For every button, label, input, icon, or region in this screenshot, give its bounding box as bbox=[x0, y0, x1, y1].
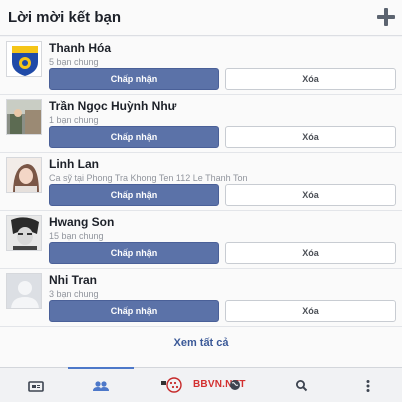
accept-button[interactable]: Chấp nhận bbox=[49, 184, 219, 206]
accept-button[interactable]: Chấp nhận bbox=[49, 126, 219, 148]
watermark-logo bbox=[161, 377, 187, 393]
requester-name[interactable]: Trần Ngọc Huỳnh Như bbox=[49, 99, 176, 113]
more-icon[interactable] bbox=[358, 376, 378, 396]
friend-requests-screen: Lời mời kết bạn Thanh Hóa 5 bạn chung Ch… bbox=[0, 0, 402, 402]
mutual-friends: 15 bạn chung bbox=[49, 231, 104, 241]
requester-workplace: Ca sỹ tại Phong Tra Khong Ten 112 Le Tha… bbox=[49, 173, 248, 183]
friend-requests-icon[interactable] bbox=[91, 376, 111, 396]
delete-button[interactable]: Xóa bbox=[225, 184, 396, 206]
mutual-friends: 1 bạn chung bbox=[49, 115, 99, 125]
mutual-friends: 3 bạn chung bbox=[49, 289, 99, 299]
page-title: Lời mời kết bạn bbox=[8, 9, 122, 26]
photo-avatar[interactable] bbox=[6, 99, 42, 135]
default-avatar[interactable] bbox=[6, 273, 42, 309]
list-item: Thanh Hóa 5 bạn chung Chấp nhận Xóa bbox=[0, 37, 402, 95]
photo-avatar[interactable] bbox=[6, 157, 42, 193]
search-icon[interactable] bbox=[292, 376, 312, 396]
active-tab-indicator bbox=[68, 367, 134, 369]
see-all-link[interactable]: Xem tất cả bbox=[0, 337, 402, 349]
accept-button[interactable]: Chấp nhận bbox=[49, 242, 219, 264]
logo-avatar[interactable] bbox=[6, 41, 42, 77]
news-feed-icon[interactable] bbox=[26, 376, 46, 396]
delete-button[interactable]: Xóa bbox=[225, 242, 396, 264]
accept-button[interactable]: Chấp nhận bbox=[49, 300, 219, 322]
delete-button[interactable]: Xóa bbox=[225, 68, 396, 90]
mutual-friends: 5 bạn chung bbox=[49, 57, 99, 67]
requester-name[interactable]: Linh Lan bbox=[49, 157, 99, 171]
header-bar: Lời mời kết bạn bbox=[0, 0, 402, 36]
list-item: Nhi Tran 3 bạn chung Chấp nhận Xóa bbox=[0, 269, 402, 327]
delete-button[interactable]: Xóa bbox=[225, 300, 396, 322]
list-item: Linh Lan Ca sỹ tại Phong Tra Khong Ten 1… bbox=[0, 153, 402, 211]
request-list: Thanh Hóa 5 bạn chung Chấp nhận Xóa Trần… bbox=[0, 37, 402, 327]
accept-button[interactable]: Chấp nhận bbox=[49, 68, 219, 90]
list-item: Trần Ngọc Huỳnh Như 1 bạn chung Chấp nhậ… bbox=[0, 95, 402, 153]
see-all-row: Xem tất cả bbox=[0, 327, 402, 367]
delete-button[interactable]: Xóa bbox=[225, 126, 396, 148]
requester-name[interactable]: Thanh Hóa bbox=[49, 41, 111, 55]
requester-name[interactable]: Nhi Tran bbox=[49, 273, 97, 287]
list-item: Hwang Son 15 bạn chung Chấp nhận Xóa bbox=[0, 211, 402, 269]
requester-name[interactable]: Hwang Son bbox=[49, 215, 114, 229]
photo-avatar[interactable] bbox=[6, 215, 42, 251]
plus-icon[interactable] bbox=[377, 8, 395, 26]
globe-icon[interactable] bbox=[229, 378, 241, 390]
